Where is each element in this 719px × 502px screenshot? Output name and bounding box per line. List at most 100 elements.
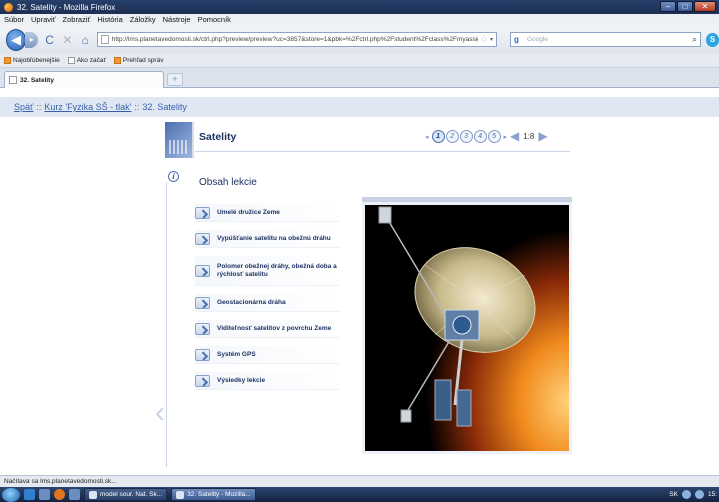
satellite-image	[362, 202, 572, 454]
chapter-arrow-icon	[195, 206, 210, 219]
tab-page-icon	[9, 76, 17, 84]
navigation-toolbar: ◀ ▸ C ✕ ⌂ http://lms.planetavedomosti.sk…	[0, 25, 719, 54]
google-icon[interactable]: g	[514, 35, 524, 45]
satellite-illustration	[365, 205, 569, 451]
menu-bookmarks[interactable]: Záložky	[130, 15, 156, 24]
breadcrumb-separator: ::	[36, 102, 42, 112]
new-tab-button[interactable]: +	[167, 73, 183, 86]
prev-lesson-arrow-icon[interactable]: ‹	[155, 392, 167, 434]
menu-help[interactable]: Pomocník	[198, 15, 231, 24]
address-bar[interactable]: http://lms.planetavedomosti.sk/ctrl.php?…	[96, 32, 497, 47]
section-heading: Obsah lekcie	[199, 177, 257, 188]
info-icon[interactable]: i	[168, 171, 179, 182]
reload-icon[interactable]: C	[43, 33, 56, 47]
url-text[interactable]: http://lms.planetavedomosti.sk/ctrl.php?…	[112, 36, 478, 43]
menu-view[interactable]: Zobraziť	[63, 15, 91, 24]
taskbar-button-label: model sour. Nat. Sk...	[100, 491, 163, 498]
bookmark-label: Ako začať	[76, 57, 106, 64]
search-icon[interactable]: ⌕	[692, 34, 697, 45]
bookmarks-toolbar: Najobľúbenejšie Ako začať Prehľad správ	[0, 54, 719, 68]
list-item[interactable]: Geostacionárna dráha	[195, 294, 340, 312]
close-button[interactable]: ✕	[694, 1, 716, 12]
minimize-button[interactable]: –	[660, 1, 676, 12]
list-item[interactable]: Umelé družice Zeme	[195, 204, 340, 222]
taskbar-button[interactable]: model sour. Nat. Sk...	[84, 488, 168, 501]
chapter-label: Vypúšťanie satelitu na obežnú dráhu	[217, 234, 331, 242]
volume-icon[interactable]	[694, 490, 704, 499]
skype-icon[interactable]: S	[706, 32, 719, 47]
back-button[interactable]: ◀	[6, 28, 27, 51]
firefox-icon	[4, 2, 13, 12]
page-dot-5[interactable]: 5	[487, 130, 501, 143]
lesson-contents-menu: Umelé družice Zeme Vypúšťanie satelitu n…	[195, 204, 340, 398]
pages-left-arrow-icon[interactable]: ◂	[425, 133, 429, 141]
chapter-label: Polomer obežnej dráhy, obežná doba a rýc…	[217, 262, 337, 278]
pager: ◀ 1:8 ▶	[510, 129, 548, 143]
document-icon	[89, 490, 97, 499]
taskbar-button[interactable]: 32. Satelity - Mozilla...	[171, 488, 256, 501]
chapter-label: Umelé družice Zeme	[217, 208, 280, 216]
menu-tools[interactable]: Nástroje	[163, 15, 191, 24]
bookmark-rss-icon	[113, 57, 121, 64]
pages-right-arrow-icon[interactable]: ▸	[504, 133, 508, 141]
system-tray: SK 15:	[669, 488, 717, 501]
bookmark-item[interactable]: Najobľúbenejšie	[4, 57, 60, 64]
forward-button[interactable]: ▸	[25, 31, 39, 48]
bookmark-folder-icon	[4, 57, 11, 64]
list-item[interactable]: Polomer obežnej dráhy, obežná doba a rýc…	[195, 256, 340, 286]
bookmark-item[interactable]: Ako začať	[67, 57, 106, 64]
firefox-icon	[176, 490, 185, 499]
firefox-quicklaunch-icon[interactable]	[54, 489, 65, 500]
menu-edit[interactable]: Upraviť	[31, 15, 56, 24]
chapter-label: Geostacionárna dráha	[217, 298, 286, 306]
search-box[interactable]: g Google ⌕	[510, 32, 702, 47]
page-dot-2[interactable]: 2	[445, 130, 459, 143]
bookmark-label: Prehľad správ	[122, 57, 164, 64]
chapter-arrow-icon	[195, 322, 210, 335]
prev-page-icon[interactable]: ◀	[510, 129, 519, 143]
url-dropdown-icon[interactable]: ▾	[490, 36, 493, 43]
clock[interactable]: 15:	[708, 491, 717, 498]
page-counter: 1:8	[523, 131, 535, 141]
tab-label: 32. Satelity	[20, 76, 54, 84]
next-page-icon[interactable]: ▶	[538, 129, 547, 143]
list-item[interactable]: Vypúšťanie satelitu na obežnú dráhu	[195, 230, 340, 248]
bookmark-item[interactable]: Prehľad správ	[113, 57, 164, 64]
list-item[interactable]: Systém GPS	[195, 346, 340, 364]
chapter-arrow-icon	[195, 232, 210, 245]
ie-quicklaunch-icon[interactable]	[24, 489, 35, 500]
language-indicator[interactable]: SK	[669, 491, 678, 498]
media-quicklaunch-icon[interactable]	[69, 489, 80, 500]
start-button[interactable]	[2, 487, 20, 502]
network-icon[interactable]	[681, 490, 691, 499]
course-link[interactable]: Kurz 'Fyzika SŠ - tlak'	[44, 102, 131, 112]
breadcrumb-current: 32. Satelity	[142, 102, 187, 112]
back-link[interactable]: Späť	[14, 102, 33, 112]
search-input[interactable]: Google	[527, 36, 692, 43]
chapter-label: Viditeľnosť satelitov z povrchu Zeme	[217, 324, 332, 332]
list-item[interactable]: Viditeľnosť satelitov z povrchu Zeme	[195, 320, 340, 338]
page-dot-1[interactable]: 1	[431, 130, 445, 143]
lesson-title: Satelity	[199, 131, 237, 143]
taskbar-button-label: 32. Satelity - Mozilla...	[187, 491, 251, 498]
lesson-viewer: Satelity ◂ 1 2 3 4 5 ▸ ◀ 1:8 ▶ i Obsah l…	[165, 122, 572, 472]
bookmark-label: Najobľúbenejšie	[13, 57, 60, 64]
menu-bar: Súbor Upraviť Zobraziť História Záložky …	[0, 14, 719, 25]
page-dot-3[interactable]: 3	[459, 130, 473, 143]
stop-icon[interactable]: ✕	[61, 33, 74, 47]
list-item[interactable]: Výsledky lekcie	[195, 372, 340, 390]
breadcrumb-separator: ::	[134, 102, 140, 112]
chapter-arrow-icon	[195, 264, 210, 277]
bookmark-page-icon	[67, 57, 75, 64]
menu-file[interactable]: Súbor	[4, 15, 24, 24]
tab-satelity[interactable]: 32. Satelity	[4, 71, 164, 88]
menu-history[interactable]: História	[97, 15, 122, 24]
desktop-quicklaunch-icon[interactable]	[39, 489, 50, 500]
page-icon	[100, 35, 109, 44]
home-icon[interactable]: ⌂	[79, 33, 92, 47]
maximize-button[interactable]: □	[677, 1, 693, 12]
bookmark-star-icon[interactable]: ☆	[480, 34, 488, 45]
chapter-label: Výsledky lekcie	[217, 376, 266, 384]
page-dot-4[interactable]: 4	[473, 130, 487, 143]
chapter-label: Systém GPS	[217, 350, 256, 358]
